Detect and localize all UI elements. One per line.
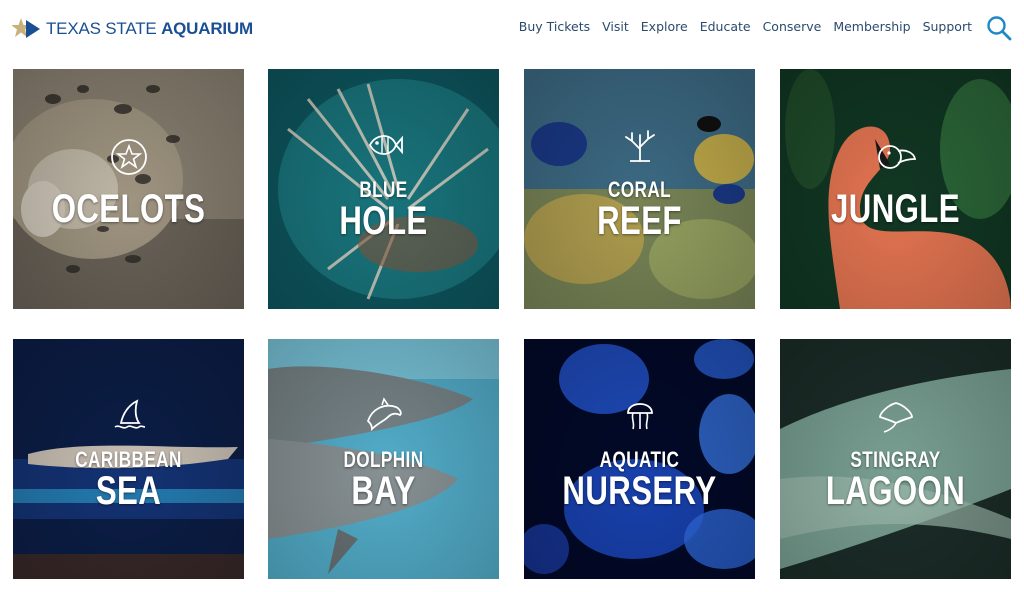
tile-title: JUNGLE [831, 187, 960, 231]
logo-text: TEXAS STATE AQUARIUM [46, 19, 253, 38]
site-logo[interactable]: TEXAS STATE AQUARIUM [12, 16, 253, 42]
nav-visit[interactable]: Visit [602, 19, 629, 34]
tile-jungle[interactable]: JUNGLE [780, 69, 1011, 309]
jellyfish-icon [626, 403, 653, 430]
starfish-logo-icon [12, 18, 40, 38]
coral-icon [624, 130, 655, 162]
site-header: TEXAS STATE AQUARIUM Buy Tickets Visit E… [0, 0, 1024, 60]
star-icon [110, 139, 147, 175]
toucan-icon [877, 145, 916, 169]
tile-title: NURSERY [562, 469, 717, 513]
tile-aquatic-nursery[interactable]: AQUATIC NURSERY [524, 339, 755, 579]
nav-conserve[interactable]: Conserve [763, 19, 822, 34]
dolphin-icon [366, 397, 402, 432]
nav-educate[interactable]: Educate [700, 19, 751, 34]
tile-dolphin-bay[interactable]: DOLPHIN BAY [268, 339, 499, 579]
nav-buy-tickets[interactable]: Buy Tickets [519, 19, 590, 34]
tile-ocelots[interactable]: OCELOTS [13, 69, 244, 309]
tile-title: SEA [95, 469, 162, 513]
tile-stingray-lagoon[interactable]: STINGRAY LAGOON [780, 339, 1011, 579]
nav-explore[interactable]: Explore [641, 19, 688, 34]
tile-coral-reef[interactable]: CORAL REEF [524, 69, 755, 309]
fish-icon [368, 135, 403, 155]
tile-title: BAY [351, 469, 416, 513]
nav-support[interactable]: Support [923, 19, 972, 34]
main-nav: Buy Tickets Visit Explore Educate Conser… [507, 19, 972, 34]
tile-title: HOLE [339, 199, 428, 243]
tile-caribbean-sea[interactable]: CARIBBEAN SEA [13, 339, 244, 579]
stingray-icon [878, 402, 913, 433]
nav-membership[interactable]: Membership [833, 19, 910, 34]
tile-blue-hole[interactable]: BLUE HOLE [268, 69, 499, 309]
tile-title: OCELOTS [51, 187, 206, 231]
tile-title: REEF [597, 199, 682, 243]
search-icon[interactable] [986, 15, 1012, 41]
shark-fin-icon [114, 399, 145, 429]
tile-title: LAGOON [825, 469, 966, 513]
